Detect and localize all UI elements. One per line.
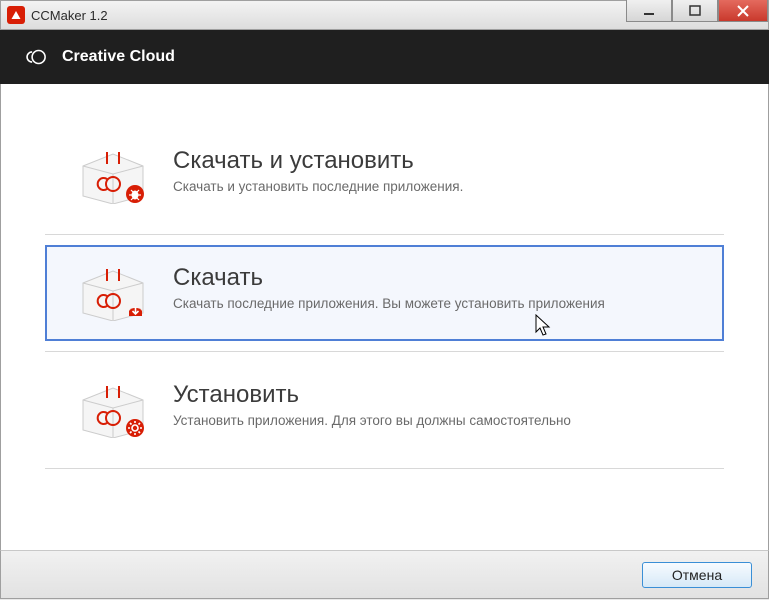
option-title: Скачать — [173, 265, 692, 291]
divider — [45, 234, 724, 235]
option-title: Скачать и установить — [173, 148, 692, 174]
window-controls — [626, 1, 768, 29]
option-download-install[interactable]: Скачать и установить Скачать и установит… — [45, 128, 724, 224]
option-install[interactable]: Установить Установить приложения. Для эт… — [45, 362, 724, 458]
box-icon — [77, 265, 149, 321]
box-icon — [77, 382, 149, 438]
bug-badge-icon — [126, 185, 144, 203]
minimize-button[interactable] — [626, 0, 672, 22]
option-title: Установить — [173, 382, 692, 408]
option-download[interactable]: Скачать Скачать последние приложения. Вы… — [45, 245, 724, 341]
maximize-button[interactable] — [672, 0, 718, 22]
box-icon — [77, 148, 149, 204]
cancel-button[interactable]: Отмена — [642, 562, 752, 588]
app-icon — [7, 6, 25, 24]
option-desc: Скачать последние приложения. Вы можете … — [173, 295, 692, 313]
titlebar: CCMaker 1.2 — [0, 0, 769, 30]
divider — [45, 351, 724, 352]
main-panel: Скачать и установить Скачать и установит… — [0, 84, 769, 550]
footer: Отмена — [0, 550, 769, 599]
option-desc: Установить приложения. Для этого вы долж… — [173, 412, 692, 430]
close-button[interactable] — [718, 0, 768, 22]
app-header: Creative Cloud — [0, 30, 769, 84]
window-title: CCMaker 1.2 — [31, 8, 108, 23]
divider — [45, 468, 724, 469]
app-title: Creative Cloud — [62, 48, 175, 66]
gear-badge-icon — [126, 419, 144, 437]
creative-cloud-icon — [22, 44, 48, 70]
option-desc: Скачать и установить последние приложени… — [173, 178, 692, 196]
